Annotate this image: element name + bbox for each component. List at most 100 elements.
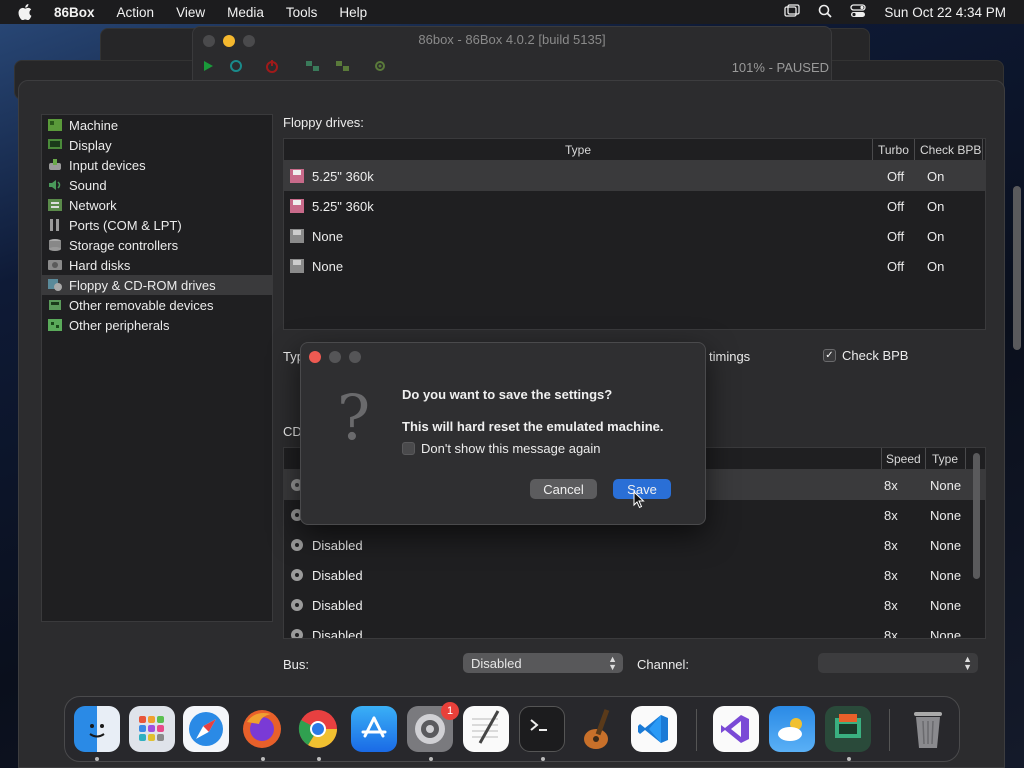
emulator-window: 86box - 86Box 4.0.2 [build 5135] 101% - …: [192, 26, 832, 82]
finder-icon[interactable]: [74, 706, 120, 752]
terminal-icon[interactable]: [519, 706, 565, 752]
dialog-minimize-button: [329, 351, 341, 363]
sidebar-item-label: Storage controllers: [69, 237, 179, 253]
safari-icon[interactable]: [183, 706, 229, 752]
cdrom-bus: Disabled: [312, 567, 363, 583]
running-indicator: [95, 757, 99, 761]
trash-icon[interactable]: [905, 706, 951, 752]
floppy-turbo: Off: [887, 228, 905, 244]
cdrom-drives-label: CD: [283, 424, 302, 439]
bus-select-value: Disabled: [471, 655, 522, 671]
play-icon[interactable]: [201, 59, 215, 76]
vscode-icon[interactable]: [631, 706, 677, 752]
table-row[interactable]: None Off On: [284, 251, 985, 281]
control-center-icon[interactable]: [850, 3, 867, 21]
sidebar-item-sound[interactable]: Sound: [42, 175, 272, 195]
column-header-speed[interactable]: Speed: [882, 448, 926, 469]
floppy-drives-label: Floppy drives:: [283, 115, 364, 130]
sidebar-item-other-removable[interactable]: Other removable devices: [42, 295, 272, 315]
dialog-close-button[interactable]: [309, 351, 321, 363]
table-row[interactable]: Disabled 8x None: [284, 620, 985, 639]
column-header-type[interactable]: Type: [926, 448, 966, 469]
bus-select[interactable]: Disabled ▲ ▼: [463, 653, 623, 673]
column-header-turbo[interactable]: Turbo: [873, 139, 915, 160]
sidebar-item-input-devices[interactable]: Input devices: [42, 155, 272, 175]
table-row[interactable]: None Off On: [284, 221, 985, 251]
cancel-button[interactable]: Cancel: [530, 479, 597, 499]
floppy-icon: [290, 169, 304, 183]
floppy-type: None: [312, 228, 344, 244]
dock-separator: [696, 709, 697, 751]
sidebar-item-ports[interactable]: Ports (COM & LPT): [42, 215, 272, 235]
sidebar-item-network[interactable]: Network: [42, 195, 272, 215]
floppy-turbo: Off: [887, 258, 905, 274]
sidebar-item-floppy-cdrom[interactable]: Floppy & CD-ROM drives: [42, 275, 272, 295]
weather-icon[interactable]: [769, 706, 815, 752]
check-bpb-checkbox[interactable]: ✓ Check BPB: [823, 348, 908, 363]
table-row[interactable]: 5.25" 360k Off On: [284, 191, 985, 221]
display-icon: [47, 138, 63, 152]
table-row[interactable]: Disabled 8x None: [284, 530, 985, 560]
cdrom-speed: 8x: [884, 537, 898, 553]
menu-media[interactable]: Media: [227, 5, 264, 20]
table-row[interactable]: Disabled 8x None: [284, 590, 985, 620]
86box-icon[interactable]: [825, 706, 871, 752]
cdrom-speed: 8x: [884, 627, 898, 639]
notification-badge: 1: [441, 702, 459, 720]
cdrom-type: None: [930, 507, 962, 523]
cdrom-disabled-icon: [290, 598, 304, 612]
cdrom-table-scrollbar[interactable]: [973, 453, 980, 579]
reset-icon[interactable]: [229, 59, 243, 76]
running-indicator: [317, 757, 321, 761]
sidebar-item-hard-disks[interactable]: Hard disks: [42, 255, 272, 275]
apple-menu-icon[interactable]: [18, 4, 38, 20]
input-devices-icon: [47, 158, 63, 172]
checkbox-box: [402, 442, 415, 455]
sidebar-item-label: Input devices: [69, 157, 146, 173]
ctrl-alt-del-icon[interactable]: [305, 59, 321, 76]
sidebar-item-machine[interactable]: Machine: [42, 115, 272, 135]
firefox-icon[interactable]: [239, 706, 285, 752]
removable-icon: [47, 298, 63, 312]
textedit-icon[interactable]: [463, 706, 509, 752]
chrome-icon[interactable]: [295, 706, 341, 752]
chevron-updown-icon: ▲ ▼: [963, 654, 972, 672]
window-switcher-icon[interactable]: [784, 3, 801, 21]
running-indicator: [261, 757, 265, 761]
floppy-empty-icon: [290, 259, 304, 273]
spotlight-search-icon[interactable]: [818, 4, 833, 21]
cdrom-disabled-icon: [290, 568, 304, 582]
sound-icon: [47, 178, 63, 192]
column-header-type[interactable]: Type: [284, 139, 873, 160]
menu-action[interactable]: Action: [117, 5, 155, 20]
menu-clock[interactable]: Sun Oct 22 4:34 PM: [884, 5, 1006, 20]
window-title: 86box - 86Box 4.0.2 [build 5135]: [418, 32, 606, 47]
channel-select[interactable]: ▲ ▼: [818, 653, 978, 673]
question-icon: ?: [337, 381, 371, 454]
settings-sidebar: Machine Display Input devices Sound Netw…: [41, 114, 273, 622]
garageband-icon[interactable]: [575, 706, 621, 752]
floppy-table[interactable]: Type Turbo Check BPB 5.25" 360k Off On 5…: [283, 138, 986, 330]
table-row[interactable]: 5.25" 360k Off On: [284, 161, 985, 191]
menu-help[interactable]: Help: [339, 5, 367, 20]
dont-show-checkbox[interactable]: Don't show this message again: [402, 441, 601, 456]
window-scrollbar[interactable]: [1013, 186, 1021, 350]
floppy-turbo: Off: [887, 198, 905, 214]
dialog-informative-text: This will hard reset the emulated machin…: [402, 419, 664, 434]
sidebar-item-other-peripherals[interactable]: Other peripherals: [42, 315, 272, 335]
menu-app-name[interactable]: 86Box: [54, 5, 95, 20]
settings-icon[interactable]: [373, 59, 389, 76]
power-icon[interactable]: [265, 59, 279, 76]
visual-studio-icon[interactable]: [713, 706, 759, 752]
running-indicator: [847, 757, 851, 761]
column-header-check-bpb[interactable]: Check BPB: [915, 139, 983, 160]
app-store-icon[interactable]: [351, 706, 397, 752]
sidebar-item-label: Sound: [69, 177, 107, 193]
launchpad-icon[interactable]: [129, 706, 175, 752]
menu-view[interactable]: View: [176, 5, 205, 20]
table-row[interactable]: Disabled 8x None: [284, 560, 985, 590]
sidebar-item-display[interactable]: Display: [42, 135, 272, 155]
sidebar-item-storage-controllers[interactable]: Storage controllers: [42, 235, 272, 255]
menu-tools[interactable]: Tools: [286, 5, 318, 20]
ctrl-alt-esc-icon[interactable]: [335, 59, 351, 76]
